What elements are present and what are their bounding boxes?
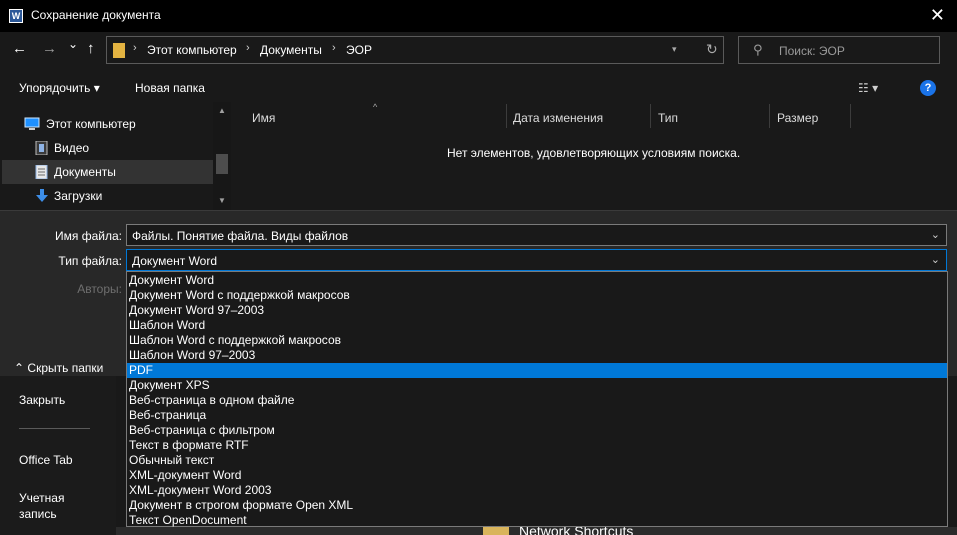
- filetype-option[interactable]: Текст в формате RTF: [127, 438, 947, 453]
- navigation-bar: ← → ⌄ ↑ › Этот компьютер › Документы › Э…: [0, 32, 957, 72]
- filetype-option[interactable]: Веб-страница: [127, 408, 947, 423]
- column-header-type[interactable]: Тип: [658, 111, 678, 125]
- backstage-account-line1[interactable]: Учетная: [19, 490, 64, 506]
- search-input[interactable]: Поиск: ЭОР: [779, 44, 845, 58]
- filetype-option[interactable]: Документ в строгом формате Open XML: [127, 498, 947, 513]
- backstage-close[interactable]: Закрыть: [19, 392, 65, 408]
- view-options-icon[interactable]: ☷ ▾: [858, 81, 878, 95]
- backstage-account-line2[interactable]: запись: [19, 506, 57, 522]
- nav-item-downloads[interactable]: Загрузки: [2, 184, 213, 208]
- filetype-option[interactable]: XML-документ Word: [127, 468, 947, 483]
- breadcrumb-this-pc[interactable]: Этот компьютер: [147, 43, 237, 57]
- nav-item-label: Документы: [54, 165, 116, 179]
- folder-icon: [113, 43, 125, 58]
- filetype-value[interactable]: Документ Word: [132, 254, 217, 268]
- breadcrumb-documents[interactable]: Документы: [260, 43, 322, 57]
- navigation-pane: Этот компьютер Видео Документы Загрузки …: [0, 102, 233, 210]
- new-folder-button[interactable]: Новая папка: [135, 81, 205, 95]
- close-icon[interactable]: ✕: [930, 5, 945, 26]
- window-title: Сохранение документа: [31, 8, 161, 22]
- chevron-right-icon[interactable]: ›: [332, 42, 336, 54]
- filetype-option[interactable]: Шаблон Word с поддержкой макросов: [127, 333, 947, 348]
- chevron-down-icon[interactable]: ⌄: [931, 228, 940, 241]
- breadcrumb-eor[interactable]: ЭОР: [346, 43, 372, 57]
- filetype-option[interactable]: Веб-страница в одном файле: [127, 393, 947, 408]
- organize-button[interactable]: Упорядочить ▾: [19, 81, 100, 95]
- filetype-option[interactable]: Текст OpenDocument: [127, 513, 947, 528]
- up-arrow-icon[interactable]: ↑: [87, 40, 95, 57]
- filename-label: Имя файла:: [55, 229, 122, 243]
- documents-icon: [35, 165, 48, 179]
- scroll-down-icon[interactable]: ▼: [218, 196, 226, 205]
- filename-value[interactable]: Файлы. Понятие файла. Виды файлов: [132, 229, 348, 243]
- filetype-option[interactable]: Обычный текст: [127, 453, 947, 468]
- column-divider[interactable]: [769, 104, 770, 128]
- column-divider[interactable]: [650, 104, 651, 128]
- chevron-right-icon[interactable]: ›: [133, 42, 137, 54]
- help-icon[interactable]: ?: [920, 80, 936, 96]
- file-list: ^ Имя Дата изменения Тип Размер Нет элем…: [233, 102, 957, 210]
- filetype-label: Тип файла:: [58, 254, 122, 268]
- forward-arrow-icon[interactable]: →: [42, 40, 57, 57]
- hide-folders-button[interactable]: ⌃ Скрыть папки: [14, 361, 103, 375]
- authors-label: Авторы:: [77, 282, 122, 296]
- word-icon: W: [9, 9, 23, 23]
- title-bar: W Сохранение документа ✕: [0, 0, 957, 32]
- chevron-down-icon[interactable]: ⌄: [931, 253, 940, 266]
- filetype-option[interactable]: XML-документ Word 2003: [127, 483, 947, 498]
- address-dropdown-chevron-icon[interactable]: ▾: [672, 44, 677, 55]
- hide-folders-label: Скрыть папки: [27, 361, 104, 375]
- nav-item-video[interactable]: Видео: [2, 136, 213, 160]
- scrollbar-thumb[interactable]: [216, 154, 228, 174]
- column-header-name[interactable]: Имя: [252, 111, 275, 125]
- address-bar[interactable]: › Этот компьютер › Документы › ЭОР ▾ ↻: [106, 36, 724, 64]
- downloads-icon: [36, 189, 48, 202]
- filetype-option[interactable]: Документ XPS: [127, 378, 947, 393]
- video-icon: [35, 141, 48, 155]
- nav-item-documents[interactable]: Документы: [2, 160, 213, 184]
- sort-ascending-icon: ^: [373, 102, 378, 112]
- filetype-select[interactable]: Документ Word ⌄: [126, 249, 947, 271]
- backstage-office-tab[interactable]: Office Tab: [19, 452, 73, 468]
- recent-locations-chevron-icon[interactable]: ⌄: [68, 37, 78, 51]
- command-bar: Упорядочить ▾ Новая папка ☷ ▾ ?: [0, 72, 957, 102]
- scroll-up-icon[interactable]: ▲: [218, 106, 226, 115]
- filename-field[interactable]: Файлы. Понятие файла. Виды файлов ⌄: [126, 224, 947, 246]
- filetype-option[interactable]: Веб-страница с фильтром: [127, 423, 947, 438]
- refresh-icon[interactable]: ↻: [706, 41, 718, 58]
- computer-icon: [24, 117, 40, 130]
- filetype-dropdown-list: Документ Word Документ Word с поддержкой…: [126, 271, 948, 527]
- nav-item-label: Видео: [54, 141, 90, 155]
- empty-list-message: Нет элементов, удовлетворяющих условиям …: [447, 146, 741, 160]
- filetype-option[interactable]: Шаблон Word: [127, 318, 947, 333]
- nav-item-label: Этот компьютер: [46, 117, 136, 131]
- search-icon: ⚲: [753, 42, 763, 57]
- back-arrow-icon[interactable]: ←: [12, 40, 27, 57]
- filetype-option[interactable]: Документ Word: [127, 273, 947, 288]
- filetype-option[interactable]: Документ Word 97–2003: [127, 303, 947, 318]
- filetype-option-highlighted[interactable]: PDF: [127, 363, 947, 378]
- nav-pane-scrollbar[interactable]: ▲ ▼: [213, 102, 231, 210]
- chevron-right-icon[interactable]: ›: [246, 42, 250, 54]
- column-header-size[interactable]: Размер: [777, 111, 818, 125]
- column-divider[interactable]: [506, 104, 507, 128]
- column-header-date-modified[interactable]: Дата изменения: [513, 111, 603, 125]
- column-divider[interactable]: [850, 104, 851, 128]
- chevron-up-icon: ⌃: [14, 361, 25, 375]
- backstage-divider: [19, 428, 90, 429]
- filetype-option[interactable]: Шаблон Word 97–2003: [127, 348, 947, 363]
- filetype-option[interactable]: Документ Word с поддержкой макросов: [127, 288, 947, 303]
- search-box[interactable]: ⚲ Поиск: ЭОР: [738, 36, 940, 64]
- nav-item-label: Загрузки: [54, 189, 103, 203]
- nav-item-this-pc[interactable]: Этот компьютер: [2, 112, 213, 136]
- backstage-sidebar: Закрыть Office Tab Учетная запись: [0, 376, 116, 535]
